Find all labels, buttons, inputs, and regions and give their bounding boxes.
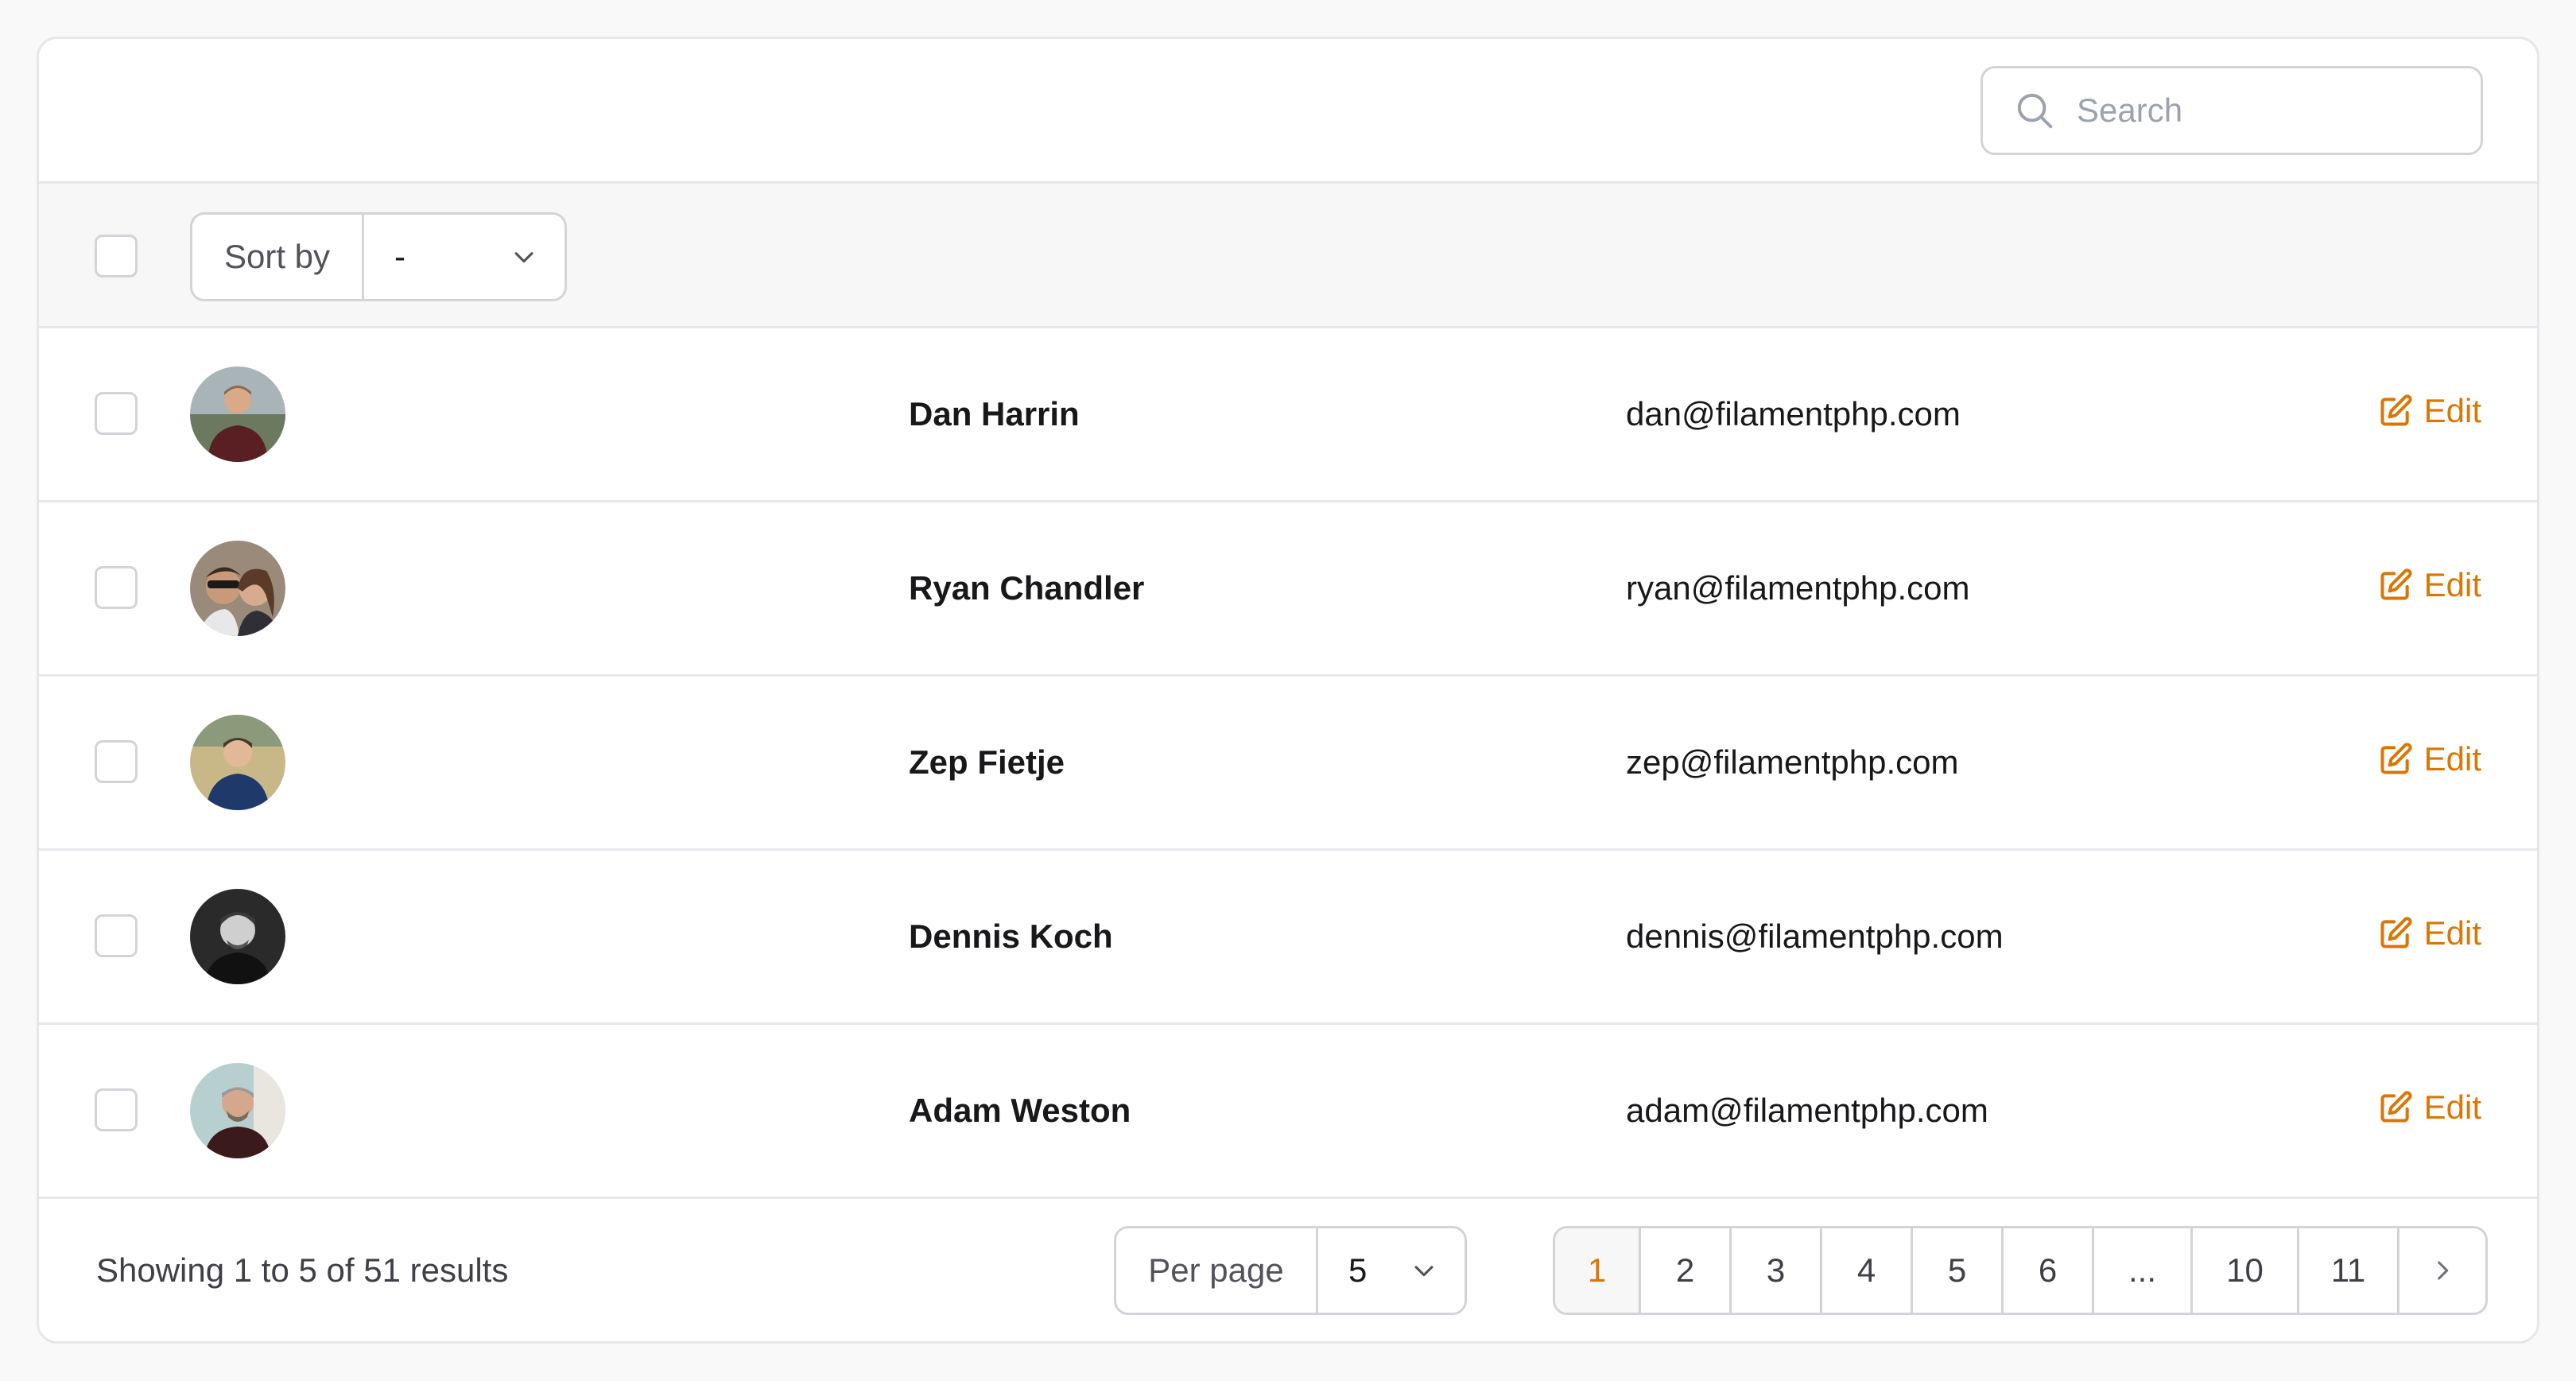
- pencil-square-icon: [2378, 916, 2413, 951]
- edit-label: Edit: [2423, 914, 2481, 952]
- select-all-checkbox[interactable]: [95, 235, 138, 277]
- table-row: Adam Weston adam@filamentphp.com Edit: [39, 1025, 2537, 1199]
- edit-label: Edit: [2423, 566, 2481, 603]
- per-page-dropdown[interactable]: 5: [1318, 1251, 1465, 1290]
- sort-select[interactable]: Sort by -: [190, 212, 567, 301]
- row-checkbox[interactable]: [95, 392, 138, 435]
- table-row: Zep Fietje zep@filamentphp.com Edit: [39, 677, 2537, 851]
- edit-label: Edit: [2423, 1088, 2481, 1126]
- row-checkbox[interactable]: [95, 1088, 138, 1131]
- next-page-button[interactable]: [2399, 1228, 2485, 1313]
- sort-label: Sort by: [192, 215, 364, 299]
- user-name: Dennis Koch: [909, 917, 1113, 955]
- user-email: adam@filamentphp.com: [1626, 1092, 1988, 1129]
- page-button-2[interactable]: 2: [1641, 1228, 1732, 1313]
- page-button-11[interactable]: 11: [2299, 1228, 2399, 1313]
- pencil-square-icon: [2378, 568, 2413, 603]
- edit-button[interactable]: Edit: [2378, 1088, 2481, 1127]
- user-name: Zep Fietje: [909, 743, 1065, 781]
- row-checkbox[interactable]: [95, 566, 138, 609]
- sort-value: -: [394, 238, 405, 275]
- pencil-square-icon: [2378, 742, 2413, 777]
- page-button-6[interactable]: 6: [2004, 1228, 2094, 1313]
- table-header-bar: [39, 39, 2537, 184]
- sort-dropdown[interactable]: -: [364, 238, 564, 276]
- edit-label: Edit: [2423, 392, 2481, 429]
- avatar: [190, 1063, 285, 1158]
- page-button-10[interactable]: 10: [2193, 1228, 2299, 1313]
- edit-button[interactable]: Edit: [2378, 392, 2481, 430]
- results-summary: Showing 1 to 5 of 51 results: [96, 1251, 509, 1289]
- users-table-card: Sort by - Dan Harrin dan@filamentphp.com: [37, 37, 2539, 1344]
- user-email: ryan@filamentphp.com: [1626, 569, 1970, 607]
- pencil-square-icon: [2378, 394, 2413, 429]
- pagination: 1 2 3 4 5 6 ... 10 11: [1553, 1226, 2488, 1315]
- page-button-3[interactable]: 3: [1732, 1228, 1822, 1313]
- avatar: [190, 715, 285, 810]
- edit-button[interactable]: Edit: [2378, 914, 2481, 952]
- user-email: dan@filamentphp.com: [1626, 395, 1961, 433]
- per-page-select[interactable]: Per page 5: [1114, 1226, 1467, 1315]
- table-footer: Showing 1 to 5 of 51 results Per page 5 …: [39, 1199, 2537, 1341]
- chevron-right-icon: [2429, 1257, 2456, 1284]
- user-name: Adam Weston: [909, 1092, 1131, 1129]
- page-button-4[interactable]: 4: [1822, 1228, 1913, 1313]
- chevron-down-icon: [1410, 1257, 1437, 1284]
- row-checkbox[interactable]: [95, 914, 138, 957]
- avatar: [190, 541, 285, 636]
- page-button-5[interactable]: 5: [1913, 1228, 2004, 1313]
- edit-label: Edit: [2423, 740, 2481, 778]
- table-row: Dan Harrin dan@filamentphp.com Edit: [39, 328, 2537, 502]
- user-name: Ryan Chandler: [909, 569, 1145, 607]
- edit-button[interactable]: Edit: [2378, 566, 2481, 604]
- page-ellipsis: ...: [2094, 1228, 2193, 1313]
- table-toolbar: Sort by -: [39, 184, 2537, 328]
- table-row: Ryan Chandler ryan@filamentphp.com Edit: [39, 502, 2537, 677]
- search-icon: [2013, 89, 2056, 132]
- user-email: dennis@filamentphp.com: [1626, 917, 2004, 955]
- chevron-down-icon: [510, 243, 537, 270]
- search-box[interactable]: [1980, 66, 2483, 155]
- avatar: [190, 367, 285, 462]
- per-page-value: 5: [1348, 1251, 1368, 1289]
- table-row: Dennis Koch dennis@filamentphp.com Edit: [39, 851, 2537, 1025]
- pencil-square-icon: [2378, 1090, 2413, 1125]
- row-checkbox[interactable]: [95, 740, 138, 783]
- edit-button[interactable]: Edit: [2378, 740, 2481, 778]
- page-button-1[interactable]: 1: [1555, 1228, 1641, 1313]
- user-name: Dan Harrin: [909, 395, 1080, 433]
- per-page-label: Per page: [1116, 1228, 1318, 1313]
- user-email: zep@filamentphp.com: [1626, 743, 1959, 781]
- search-input[interactable]: [2077, 91, 2458, 130]
- avatar: [190, 889, 285, 984]
